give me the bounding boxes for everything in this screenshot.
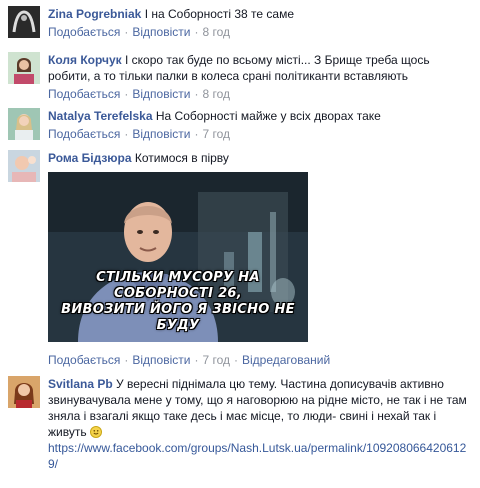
- comment-actions: Подобається · Відповісти · 7 год · Відредагова…: [48, 353, 331, 367]
- like-link[interactable]: Подобається: [48, 353, 120, 367]
- avatar[interactable]: [8, 6, 40, 38]
- reply-link[interactable]: Відповісти: [132, 25, 190, 39]
- author-name[interactable]: Коля Корчук: [48, 53, 122, 67]
- author-name[interactable]: Natalya Terefelska: [48, 109, 153, 123]
- avatar-image: [8, 108, 40, 140]
- smile-emoji-icon: [89, 426, 102, 438]
- avatar-image: [8, 376, 40, 408]
- comment-body: Svitlana Pb У вересні піднімала цю тему.…: [48, 376, 474, 472]
- comment-body: Коля Корчук І скоро так буде по всьому м…: [48, 52, 474, 84]
- avatar-image: [8, 52, 40, 84]
- comment-text: На Соборності майже у всіх дворах таке: [155, 109, 381, 123]
- timestamp[interactable]: 8 год: [202, 25, 230, 39]
- avatar[interactable]: [8, 52, 40, 84]
- author-name[interactable]: Zina Pogrebniak: [48, 7, 141, 21]
- avatar[interactable]: [8, 150, 40, 182]
- comment: Zina Pogrebniak І на Соборності 38 те са…: [8, 6, 474, 42]
- timestamp[interactable]: 8 год: [202, 87, 230, 101]
- like-link[interactable]: Подобається: [48, 127, 120, 141]
- timestamp[interactable]: 7 год: [202, 127, 230, 141]
- comment: Svitlana Pb У вересні піднімала цю тему.…: [8, 376, 474, 484]
- like-link[interactable]: Подобається: [48, 25, 120, 39]
- meme-caption: СТІЛЬКИ МУСОРУ НА СОБОРНОСТІ 26, ВИВОЗИТ…: [48, 270, 308, 334]
- reply-link[interactable]: Відповісти: [132, 353, 190, 367]
- avatar-image: [8, 6, 40, 38]
- author-name[interactable]: Svitlana Pb: [48, 377, 113, 391]
- comment-body: Рома Бiдзюра Котимося в пiрву: [48, 150, 474, 166]
- comment: Рома Бiдзюра Котимося в пiрву СТІЛЬКИ МУ…: [8, 150, 474, 370]
- avatar-image: [8, 150, 40, 182]
- comment-body: Natalya Terefelska На Соборності майже у…: [48, 108, 474, 124]
- timestamp[interactable]: 7 год: [202, 353, 230, 367]
- meme-caption-line: СТІЛЬКИ МУСОРУ НА СОБОРНОСТІ 26,: [96, 270, 260, 301]
- meme-caption-line: ВИВОЗИТИ ЙОГО Я ЗВІСНО НЕ БУДУ: [61, 302, 295, 333]
- comment-actions: Подобається · Відповісти · 8 год: [48, 87, 230, 101]
- reply-link[interactable]: Відповісти: [132, 87, 190, 101]
- attached-meme-image[interactable]: СТІЛЬКИ МУСОРУ НА СОБОРНОСТІ 26, ВИВОЗИТ…: [48, 172, 308, 342]
- comment-body: Zina Pogrebniak І на Соборності 38 те са…: [48, 6, 474, 22]
- permalink-link[interactable]: https://www.facebook.com/groups/Nash.Lut…: [48, 441, 466, 471]
- comment: Natalya Terefelska На Соборності майже у…: [8, 108, 474, 144]
- edited-link[interactable]: Відредагований: [242, 353, 330, 367]
- author-name[interactable]: Рома Бiдзюра: [48, 151, 132, 165]
- avatar[interactable]: [8, 108, 40, 140]
- comment: Коля Корчук І скоро так буде по всьому м…: [8, 52, 474, 104]
- comment-text: Котимося в пiрву: [134, 151, 229, 165]
- comment-actions: Подобається · Відповісти · 7 год: [48, 127, 230, 141]
- avatar[interactable]: [8, 376, 40, 408]
- comment-actions: Подобається · Відповісти · 8 год: [48, 25, 230, 39]
- like-link[interactable]: Подобається: [48, 87, 120, 101]
- comment-text: І на Соборності 38 те саме: [144, 7, 295, 21]
- reply-link[interactable]: Відповісти: [132, 127, 190, 141]
